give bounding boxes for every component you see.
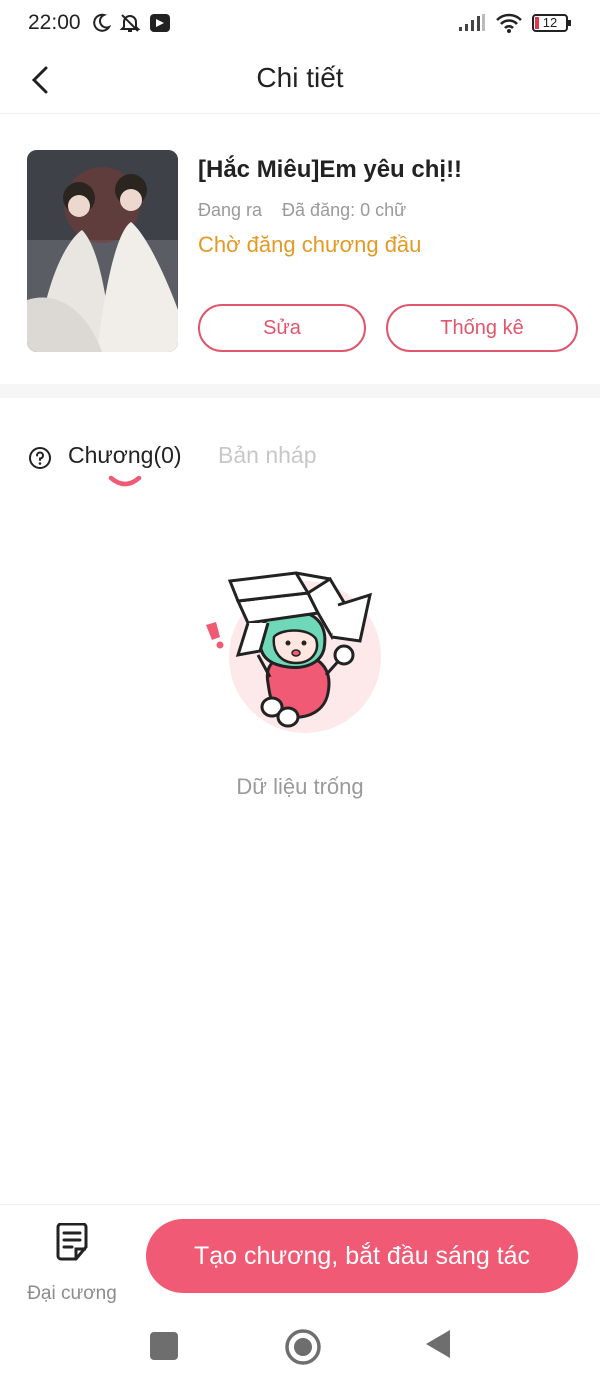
section-divider (0, 384, 600, 398)
tab-bar: Chương(0) Bản nháp (0, 430, 600, 500)
bottom-action-bar: Đại cương Tạo chương, bắt đầu sáng tác (0, 1204, 600, 1310)
active-tab-indicator (108, 474, 142, 490)
bell-off-icon (119, 12, 141, 34)
edit-button[interactable]: Sửa (198, 304, 366, 352)
status-right: 12 (458, 13, 572, 33)
book-title: [Hắc Miêu]Em yêu chị!! (198, 156, 463, 183)
book-info-card: [Hắc Miêu]Em yêu chị!! Đang ra Đã đăng: 0… (0, 114, 600, 384)
empty-box-illustration (200, 565, 390, 740)
book-meta: Đang ra Đã đăng: 0 chữ (198, 200, 406, 221)
system-navigation-bar (0, 1310, 600, 1378)
status-left: 22:00 (28, 11, 171, 35)
app-notification-icon (149, 12, 171, 34)
home-circle-icon[interactable] (284, 1328, 322, 1366)
document-list-icon (56, 1222, 88, 1261)
empty-state-text: Dữ liệu trống (236, 774, 364, 799)
stats-button[interactable]: Thống kê (386, 304, 578, 352)
signal-icon (458, 14, 486, 32)
book-state: Đang ra (198, 200, 263, 220)
battery-level: 12 (542, 15, 558, 30)
tab-chapters[interactable]: Chương(0) (68, 442, 182, 469)
recents-square-icon[interactable] (150, 1332, 178, 1360)
moon-icon (91, 13, 111, 33)
book-cover-image[interactable] (27, 150, 178, 352)
status-bar: 22:00 12 (0, 0, 600, 46)
nav-header: Chi tiết (0, 46, 600, 114)
outline-label: Đại cương (27, 1283, 117, 1304)
create-chapter-button[interactable]: Tạo chương, bắt đầu sáng tác (146, 1219, 578, 1293)
outline-button[interactable]: Đại cương (20, 1221, 124, 1304)
status-time: 22:00 (28, 11, 81, 34)
book-publish-status: Chờ đăng chương đầu (198, 232, 422, 257)
tab-drafts[interactable]: Bản nháp (218, 442, 316, 469)
battery-icon: 12 (532, 13, 572, 33)
book-word-count: Đã đăng: 0 chữ (282, 200, 407, 220)
wifi-icon (496, 13, 522, 33)
question-circle-icon[interactable] (28, 446, 52, 470)
page-title: Chi tiết (256, 62, 344, 93)
back-triangle-icon[interactable] (424, 1328, 452, 1360)
